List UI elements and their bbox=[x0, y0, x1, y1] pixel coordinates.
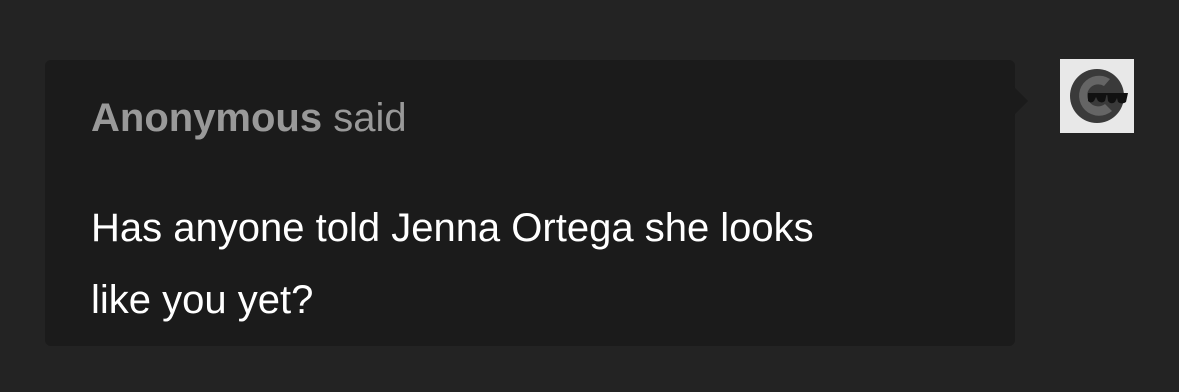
asker-line: Anonymous said bbox=[91, 94, 407, 142]
bubble-pointer bbox=[1013, 86, 1028, 116]
ask-bubble: Anonymous said Has anyone told Jenna Ort… bbox=[45, 60, 1015, 346]
anonymous-sunglasses-avatar-icon bbox=[1070, 69, 1128, 123]
asker-name: Anonymous bbox=[91, 96, 323, 140]
avatar[interactable] bbox=[1060, 59, 1134, 133]
said-label: said bbox=[333, 96, 407, 140]
question-text: Has anyone told Jenna Ortega she looks l… bbox=[91, 206, 814, 322]
